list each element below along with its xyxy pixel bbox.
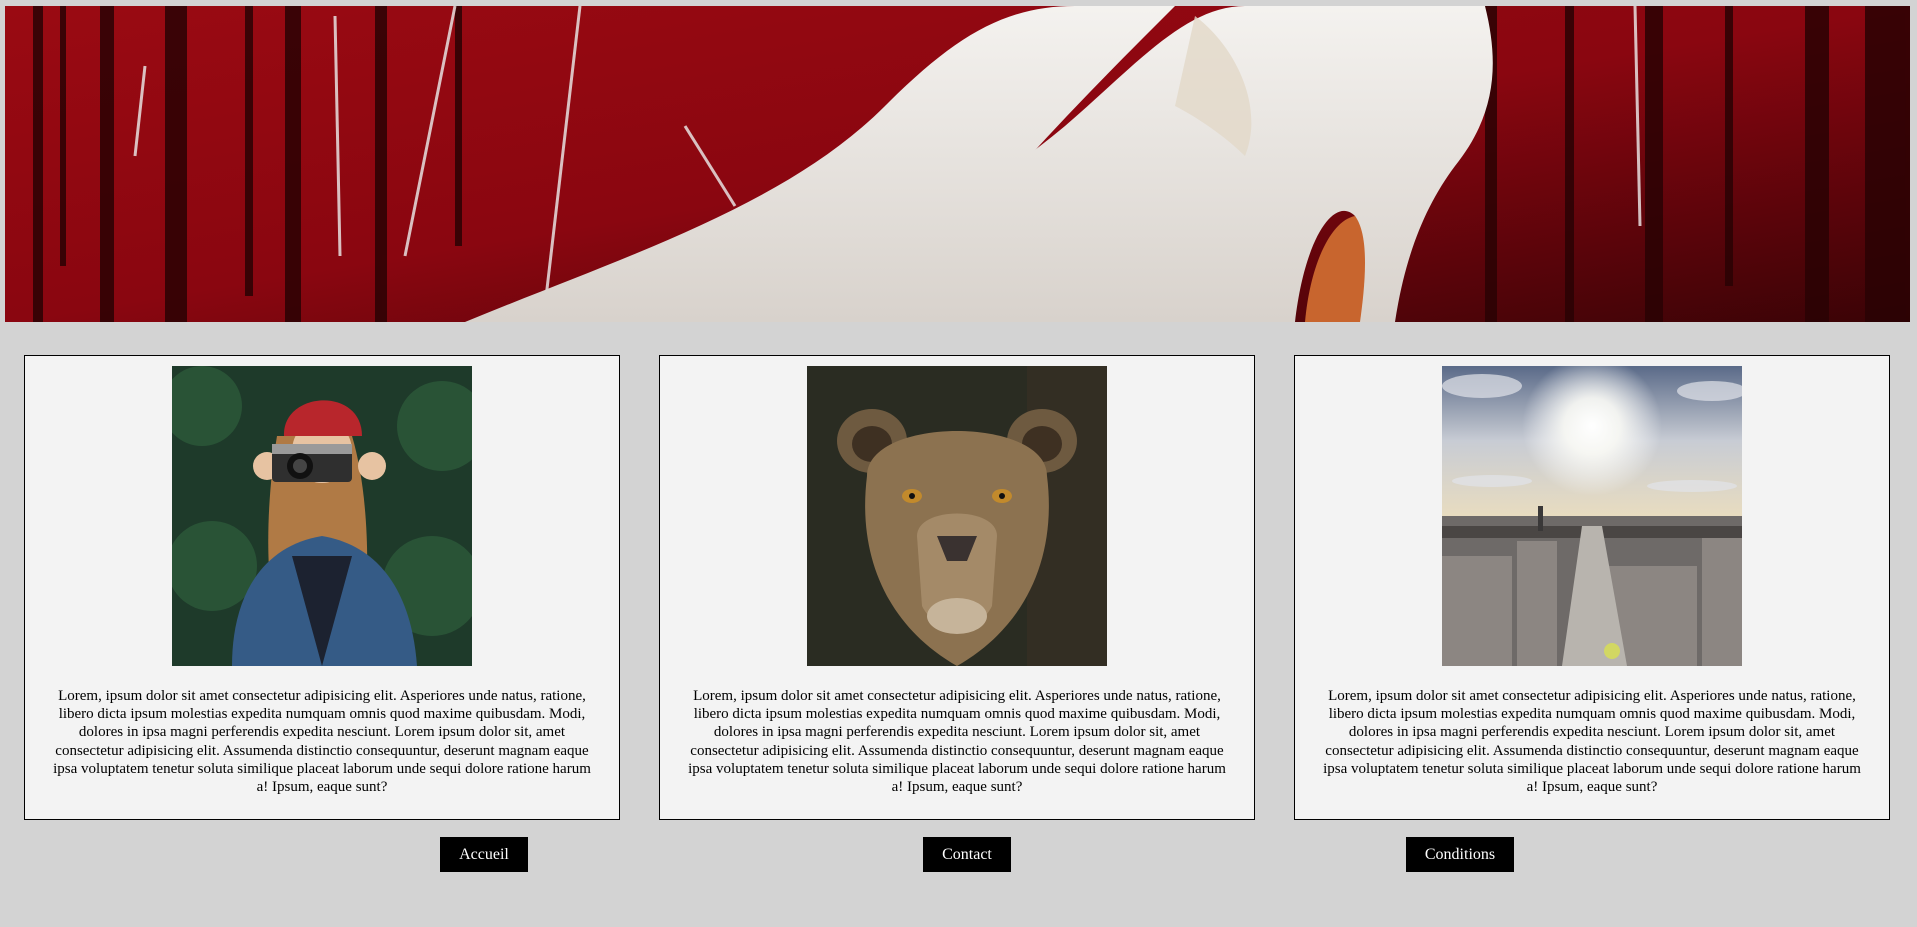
city-illustration [1442,366,1742,666]
card-text: Lorem, ipsum dolor sit amet consectetur … [53,688,591,796]
card-lioness: Lorem, ipsum dolor sit amet consectetur … [659,355,1255,820]
conditions-button[interactable]: Conditions [1406,837,1514,872]
banner-image [5,6,1910,322]
card-text: Lorem, ipsum dolor sit amet consectetur … [1323,688,1861,796]
card-image-photographer [172,366,472,666]
card-text: Lorem, ipsum dolor sit amet consectetur … [688,688,1226,796]
lioness-illustration [807,366,1107,666]
photographer-illustration [172,366,472,666]
card-photographer: Lorem, ipsum dolor sit amet consectetur … [24,355,620,820]
card-grid: Lorem, ipsum dolor sit amet consectetur … [24,355,1891,820]
banner-shoes-illustration [5,6,1910,322]
card-image-city [1442,366,1742,666]
accueil-button[interactable]: Accueil [440,837,528,872]
card-image-lioness [807,366,1107,666]
card-city: Lorem, ipsum dolor sit amet consectetur … [1294,355,1890,820]
contact-button[interactable]: Contact [923,837,1011,872]
